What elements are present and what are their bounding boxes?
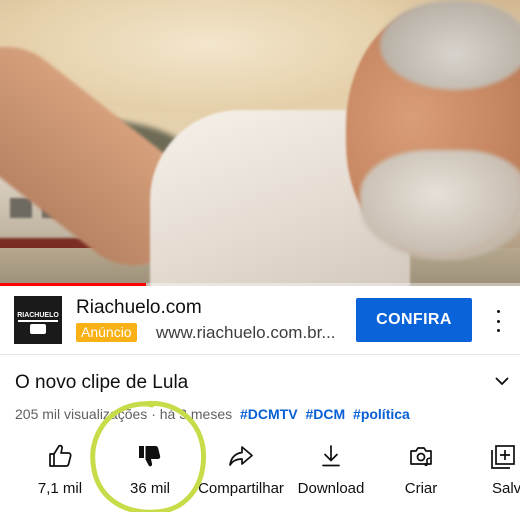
advertiser-logo[interactable]: RIACHUELO: [14, 296, 62, 344]
logo-wordmark: RIACHUELO: [17, 312, 59, 319]
thumb-up-icon: [49, 444, 72, 467]
create-label: Criar: [404, 480, 438, 497]
download-button[interactable]: Download: [295, 440, 367, 504]
video-frame-hair: [380, 0, 520, 90]
dislike-button[interactable]: 36 mil: [120, 440, 180, 504]
ad-cta-button[interactable]: CONFIRA: [356, 298, 472, 342]
ad-url[interactable]: www.riachuelo.com.br...: [156, 323, 336, 343]
video-title[interactable]: O novo clipe de Lula: [15, 372, 188, 394]
playlist-add-icon: [491, 445, 515, 469]
view-count: 205 mil visualizações: [15, 406, 148, 422]
download-label: Download: [297, 480, 365, 497]
divider: [0, 354, 520, 355]
create-button[interactable]: Criar: [398, 440, 444, 504]
ad-badge: Anúncio: [76, 323, 137, 342]
ad-banner[interactable]: RIACHUELO Riachuelo.com Anúncio www.riac…: [0, 286, 520, 354]
like-button[interactable]: 7,1 mil: [31, 440, 89, 504]
share-arrow-icon: [229, 446, 253, 466]
advertiser-name[interactable]: Riachuelo.com: [76, 297, 202, 319]
download-icon: [322, 445, 340, 467]
share-label: Compartilhar: [198, 480, 284, 497]
hashtag-link[interactable]: #DCMTV: [240, 406, 298, 422]
video-player[interactable]: [0, 0, 520, 286]
dislike-count: 36 mil: [129, 480, 170, 497]
upload-age: · há 3 meses: [151, 406, 233, 422]
more-vert-icon[interactable]: [490, 310, 506, 332]
thumb-down-filled-icon: [139, 446, 161, 467]
video-meta: 205 mil visualizações · há 3 meses #DCMT…: [15, 406, 410, 422]
save-label: Salvar: [492, 480, 520, 497]
video-frame-beard: [360, 150, 520, 260]
riachuelo-logo-icon: RIACHUELO: [14, 296, 62, 344]
create-camera-icon: [410, 447, 432, 467]
hashtag-link[interactable]: #política: [353, 406, 410, 422]
save-button[interactable]: Salvar: [488, 440, 520, 504]
youtube-watch-page: RIACHUELO Riachuelo.com Anúncio www.riac…: [0, 0, 520, 512]
share-button[interactable]: Compartilhar: [193, 440, 289, 504]
chevron-down-icon[interactable]: [494, 374, 510, 388]
video-frame-boat-window: [10, 198, 32, 218]
hashtag-link[interactable]: #DCM: [305, 406, 345, 422]
like-count: 7,1 mil: [37, 480, 83, 497]
